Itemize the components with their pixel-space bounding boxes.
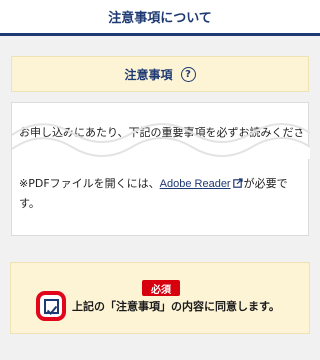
torn-edge-divider bbox=[12, 123, 310, 159]
notice-title: 注意事項 bbox=[124, 68, 173, 82]
checkmark-icon bbox=[46, 305, 58, 315]
agree-checkbox[interactable] bbox=[44, 299, 59, 315]
help-icon[interactable]: ? bbox=[180, 67, 196, 82]
agree-label[interactable]: 上記の「注意事項」の内容に同意します。 bbox=[72, 298, 280, 314]
adobe-reader-link[interactable]: Adobe Reader bbox=[160, 178, 231, 190]
notice-heading-bar: 注意事項 ? bbox=[11, 56, 309, 92]
checkbox-highlight bbox=[36, 291, 66, 321]
pdf-note-prefix: ※PDFファイルを開くには、 bbox=[19, 177, 160, 190]
page-title: 注意事項について bbox=[108, 11, 212, 26]
required-badge: 必須 bbox=[142, 280, 180, 296]
external-link-icon bbox=[232, 178, 243, 188]
pdf-note: ※PDFファイルを開くには、Adobe Reader が必要です。 bbox=[19, 174, 299, 214]
notice-content-box[interactable]: お申し込みにあたり、下記の重要事項を必ずお読みください。 ※PDFファイルを開く… bbox=[11, 102, 310, 236]
agreement-panel: 必須 上記の「注意事項」の内容に同意します。 bbox=[10, 262, 310, 334]
page-header: 注意事項について bbox=[0, 0, 320, 36]
